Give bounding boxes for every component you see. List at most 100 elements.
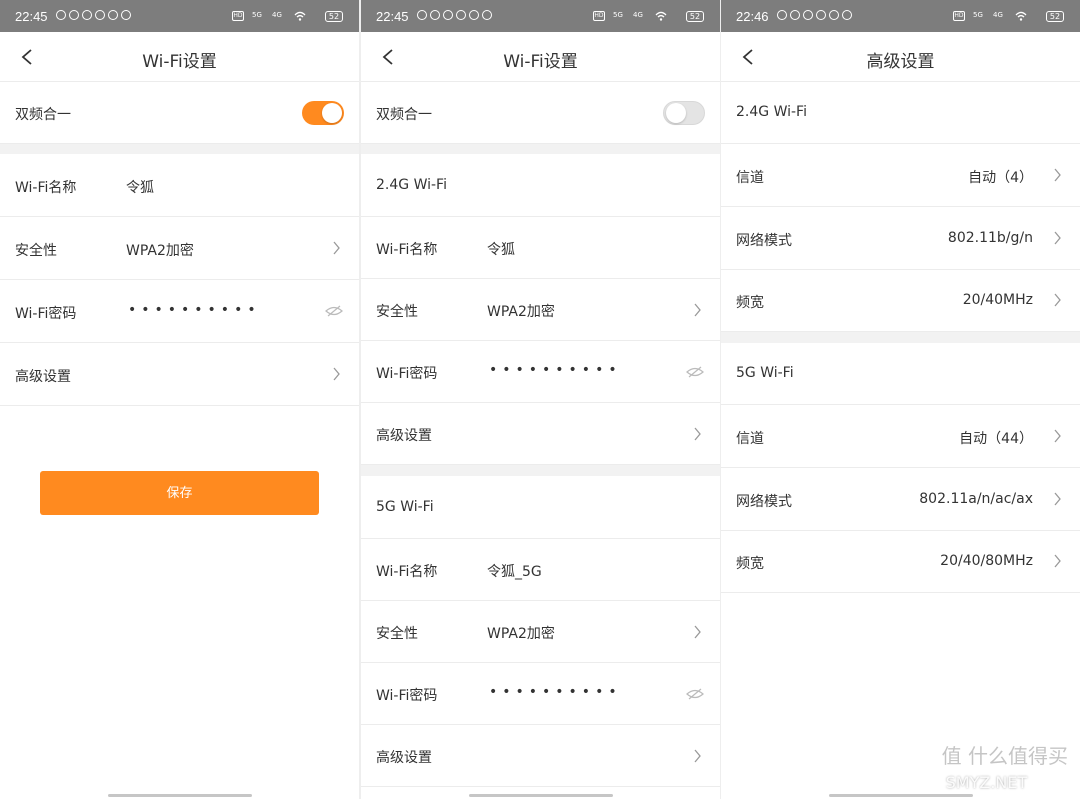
bandwidth-value: 20/40MHz xyxy=(962,292,1033,308)
chevron-right-icon xyxy=(1054,168,1061,182)
security-label: 安全性 xyxy=(15,243,57,259)
nav-bar: Wi-Fi设置 xyxy=(361,32,720,82)
security-value: WPA2加密 xyxy=(126,243,194,259)
wifi-name-row[interactable]: Wi-Fi名称 令狐 xyxy=(0,154,359,217)
battery-icon: 52 xyxy=(1046,11,1064,22)
wifi-name-value: 令狐 xyxy=(487,242,515,258)
network-mode-row-5g[interactable]: 网络模式 802.11a/n/ac/ax xyxy=(721,468,1080,531)
bandwidth-row-24g[interactable]: 频宽 20/40MHz xyxy=(721,270,1080,332)
band-5g-title: 5G Wi-Fi xyxy=(376,499,434,515)
network-mode-value: 802.11b/g/n xyxy=(947,230,1033,246)
bandwidth-row-5g[interactable]: 频宽 20/40/80MHz xyxy=(721,531,1080,593)
password-mask: •••••••••• xyxy=(128,302,261,318)
signal-4g-icon: 4G xyxy=(272,11,282,19)
security-row-24g[interactable]: 安全性 WPA2加密 xyxy=(361,279,720,341)
channel-row-5g[interactable]: 信道 自动（44） xyxy=(721,405,1080,468)
screen-advanced-settings: 22:46 HD 5G 4G 52 高级设置 2.4G Wi-Fi 信道 自动（… xyxy=(721,0,1080,799)
status-bar: 22:45 HD 5G 4G 52 xyxy=(361,0,720,32)
wifi-name-value: 令狐 xyxy=(126,180,154,196)
dual-band-label: 双频合一 xyxy=(376,107,432,123)
password-label: Wi-Fi密码 xyxy=(376,688,438,704)
password-row-24g[interactable]: Wi-Fi密码 •••••••••• xyxy=(361,341,720,403)
status-bar: 22:46 HD 5G 4G 52 xyxy=(721,0,1080,32)
dual-band-label: 双频合一 xyxy=(15,107,71,123)
password-mask: •••••••••• xyxy=(489,684,622,700)
bandwidth-label: 频宽 xyxy=(736,556,764,572)
toggle-knob xyxy=(322,103,342,123)
chevron-right-icon xyxy=(1054,231,1061,245)
chevron-right-icon xyxy=(333,367,340,381)
wifi-icon xyxy=(294,11,306,21)
channel-value: 自动（44） xyxy=(959,431,1033,447)
status-bar: 22:45 HD 5G 4G 52 xyxy=(0,0,359,32)
network-mode-label: 网络模式 xyxy=(736,494,792,510)
screen-wifi-settings-split-band: 22:45 HD 5G 4G 52 Wi-Fi设置 双频合一 2.4G Wi-F… xyxy=(361,0,720,799)
advanced-settings-row[interactable]: 高级设置 xyxy=(0,343,359,406)
security-row-5g[interactable]: 安全性 WPA2加密 xyxy=(361,601,720,663)
band-5g-header: 5G Wi-Fi xyxy=(721,343,1080,405)
signal-4g-icon: 4G xyxy=(993,11,1003,19)
screen-wifi-settings-dual-band: 22:45 HD 5G 4G 52 Wi-Fi设置 双频合一 Wi-Fi名称 令… xyxy=(0,0,359,799)
dual-band-row: 双频合一 xyxy=(0,82,359,144)
wifi-name-row-24g[interactable]: Wi-Fi名称 令狐 xyxy=(361,217,720,279)
section-divider xyxy=(361,465,720,476)
security-value: WPA2加密 xyxy=(487,626,555,642)
dual-band-toggle[interactable] xyxy=(302,101,344,125)
home-indicator[interactable] xyxy=(829,794,973,797)
advanced-settings-label: 高级设置 xyxy=(376,750,432,766)
network-mode-row-24g[interactable]: 网络模式 802.11b/g/n xyxy=(721,207,1080,270)
advanced-settings-row-24g[interactable]: 高级设置 xyxy=(361,403,720,465)
wifi-name-label: Wi-Fi名称 xyxy=(376,242,438,258)
chevron-right-icon xyxy=(694,625,701,639)
eye-hidden-icon[interactable] xyxy=(686,687,704,701)
signal-5g-icon: 5G xyxy=(973,11,983,19)
wifi-name-row-5g[interactable]: Wi-Fi名称 令狐_5G xyxy=(361,539,720,601)
band-24g-header: 2.4G Wi-Fi xyxy=(361,154,720,217)
chevron-right-icon xyxy=(1054,429,1061,443)
eye-hidden-icon[interactable] xyxy=(686,365,704,379)
signal-5g-icon: 5G xyxy=(613,11,623,19)
battery-icon: 52 xyxy=(325,11,343,22)
status-time: 22:45 xyxy=(376,9,409,24)
eye-hidden-icon[interactable] xyxy=(325,304,343,318)
hd-icon: HD xyxy=(593,11,605,21)
notification-icons xyxy=(417,10,492,20)
advanced-settings-label: 高级设置 xyxy=(15,369,71,385)
channel-row-24g[interactable]: 信道 自动（4） xyxy=(721,144,1080,207)
hd-icon: HD xyxy=(232,11,244,21)
notification-icons xyxy=(777,10,852,20)
wifi-name-label: Wi-Fi名称 xyxy=(376,564,438,580)
channel-label: 信道 xyxy=(736,170,764,186)
home-indicator[interactable] xyxy=(108,794,252,797)
signal-4g-icon: 4G xyxy=(633,11,643,19)
page-title: Wi-Fi设置 xyxy=(503,52,578,72)
chevron-right-icon xyxy=(694,303,701,317)
status-time: 22:45 xyxy=(15,9,48,24)
channel-value: 自动（4） xyxy=(968,170,1033,186)
chevron-right-icon xyxy=(694,749,701,763)
password-row-5g[interactable]: Wi-Fi密码 •••••••••• xyxy=(361,663,720,725)
save-button[interactable]: 保存 xyxy=(40,471,319,515)
chevron-right-icon xyxy=(1054,293,1061,307)
toggle-knob xyxy=(666,103,686,123)
dual-band-toggle[interactable] xyxy=(663,101,705,125)
password-label: Wi-Fi密码 xyxy=(376,366,438,382)
dual-band-row: 双频合一 xyxy=(361,82,720,144)
security-value: WPA2加密 xyxy=(487,304,555,320)
band-24g-title: 2.4G Wi-Fi xyxy=(376,177,447,193)
watermark-sub: SMYZ.NET xyxy=(945,773,1028,792)
network-mode-label: 网络模式 xyxy=(736,233,792,249)
security-row[interactable]: 安全性 WPA2加密 xyxy=(0,217,359,280)
channel-label: 信道 xyxy=(736,431,764,447)
band-5g-title: 5G Wi-Fi xyxy=(736,365,794,381)
band-24g-header: 2.4G Wi-Fi xyxy=(721,82,1080,144)
advanced-settings-row-5g[interactable]: 高级设置 xyxy=(361,725,720,787)
password-label: Wi-Fi密码 xyxy=(15,306,77,322)
nav-bar: 高级设置 xyxy=(721,32,1080,82)
wifi-icon xyxy=(1015,11,1027,21)
network-mode-value: 802.11a/n/ac/ax xyxy=(919,491,1033,507)
wifi-name-label: Wi-Fi名称 xyxy=(15,180,77,196)
password-row[interactable]: Wi-Fi密码 •••••••••• xyxy=(0,280,359,343)
home-indicator[interactable] xyxy=(469,794,613,797)
page-title: 高级设置 xyxy=(866,52,935,72)
